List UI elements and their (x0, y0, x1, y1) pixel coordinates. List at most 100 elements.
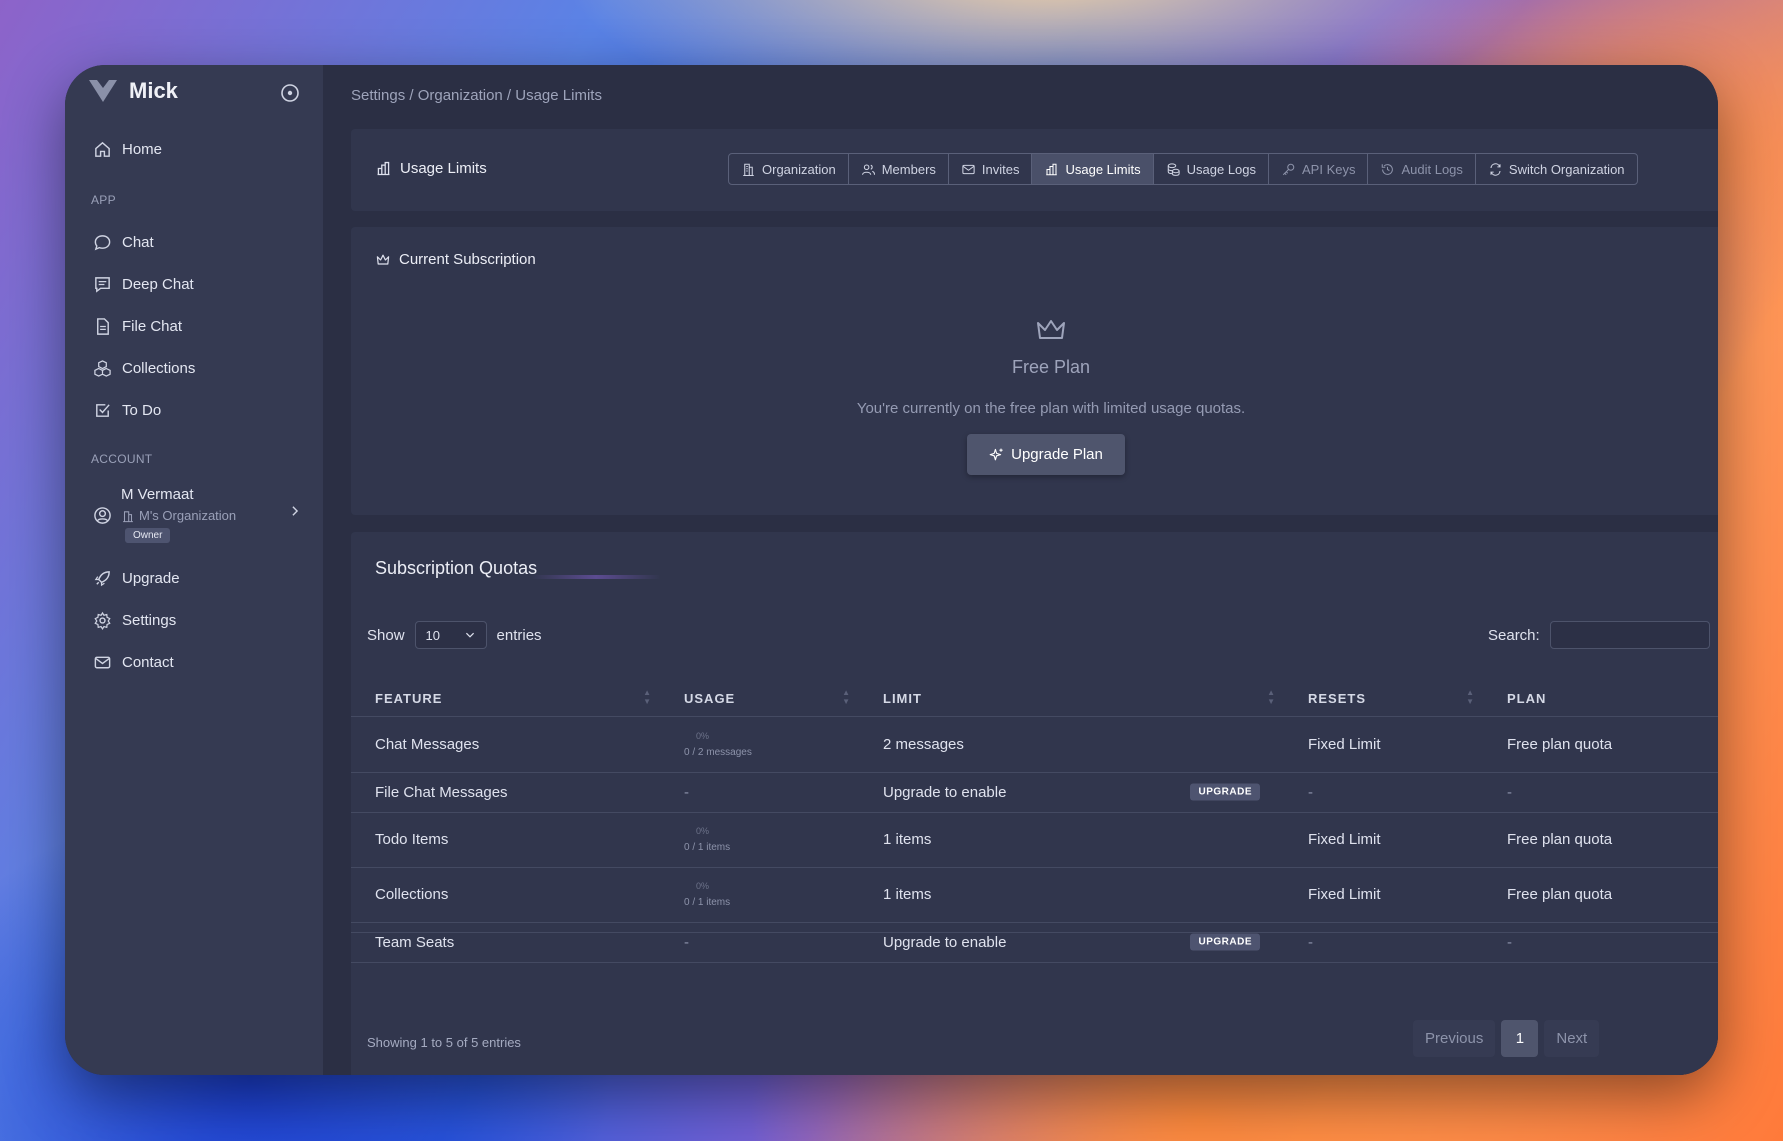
page-title-text: Usage Limits (400, 160, 487, 177)
brand[interactable]: Mick (87, 78, 178, 104)
upgrade-badge[interactable]: UPGRADE (1190, 783, 1260, 801)
app-window: Mick Home APP Chat Deep Chat File Chat C… (65, 65, 1718, 1075)
feature-cell: Chat Messages (351, 716, 660, 773)
tab-invites[interactable]: Invites (949, 154, 1033, 184)
tab-organization[interactable]: Organization (729, 154, 849, 184)
table-footer-divider (351, 932, 1718, 933)
table-row: File Chat Messages - Upgrade to enable UP… (351, 772, 1718, 813)
column-header-label: RESETS (1308, 691, 1367, 707)
table-row: Chat Messages 0% 0 / 2 messages 2 message… (351, 716, 1718, 773)
tab-api-keys[interactable]: API Keys (1269, 154, 1369, 184)
page-button-current[interactable]: 1 (1501, 1020, 1539, 1057)
sidebar-item-chat[interactable]: Chat (93, 233, 154, 252)
mail-icon (94, 656, 111, 669)
entries-select[interactable]: 10 (414, 621, 487, 649)
sidebar-item-home[interactable]: Home (93, 140, 162, 159)
plan-crown (351, 318, 1718, 347)
column-header-label: FEATURE (375, 691, 443, 707)
limit-cell: 1 items (859, 867, 1284, 923)
home-icon (95, 141, 110, 157)
limit-cell: Upgrade to enable UPGRADE (859, 922, 1284, 963)
plan-cell: Free plan quota (1483, 716, 1718, 773)
brand-name: Mick (129, 78, 178, 103)
main-content: Settings / Organization / Usage Limits U… (323, 65, 1718, 1075)
tab-audit-logs[interactable]: Audit Logs (1368, 154, 1476, 184)
role-badge: Owner (125, 528, 171, 543)
column-header-label: USAGE (684, 691, 736, 707)
boxes-icon (94, 360, 111, 377)
tab-label: Organization (762, 161, 836, 177)
usage-percent: 0% (696, 730, 710, 741)
message-square-icon (95, 277, 110, 293)
section-title: Current Subscription (375, 251, 536, 268)
resets-cell: Fixed Limit (1284, 867, 1483, 923)
key-icon (1282, 163, 1295, 175)
user-circle-icon (94, 507, 111, 524)
upgrade-badge[interactable]: UPGRADE (1190, 933, 1260, 951)
table-header-row: FEATURE ▲ ▼ USAGE ▲ ▼ LIMIT ▲ ▼ RESETS ▲ ▼ PLAN (351, 682, 1718, 717)
column-header-limit[interactable]: LIMIT ▲ ▼ (859, 682, 1284, 717)
column-header-plan[interactable]: PLAN (1483, 682, 1718, 717)
resets-cell: - (1284, 772, 1483, 813)
limit-text: Upgrade to enable (883, 783, 1007, 801)
tab-members[interactable]: Members (849, 154, 949, 184)
usage-text: 0 / 1 items (684, 897, 731, 908)
tab-usage-limits[interactable]: Usage Limits (1032, 154, 1154, 184)
table-row: Todo Items 0% 0 / 1 items 1 items Fixed L… (351, 812, 1718, 868)
resets-cell: - (1284, 922, 1483, 963)
plan-cell: - (1483, 922, 1718, 963)
account-org: M's Organization (121, 508, 236, 523)
file-text-icon (97, 318, 109, 335)
sidebar-item-deep-chat[interactable]: Deep Chat (93, 275, 194, 294)
logo-icon (89, 80, 117, 102)
plan-cell: - (1483, 772, 1718, 813)
feature-cell: Todo Items (351, 812, 660, 868)
plan-cell: Free plan quota (1483, 867, 1718, 923)
header-card: Usage Limits Organization Members Invite… (351, 129, 1718, 211)
users-icon (861, 163, 875, 175)
sort-icon: ▲ ▼ (643, 688, 652, 706)
sidebar-item-file-chat[interactable]: File Chat (93, 317, 182, 336)
upgrade-plan-label: Upgrade Plan (1011, 446, 1103, 463)
tab-switch-organization[interactable]: Switch Organization (1476, 154, 1637, 184)
tab-label: Members (881, 161, 936, 177)
bar-chart-icon (377, 161, 390, 176)
crown-icon (376, 254, 390, 265)
chevron-right-icon (292, 506, 299, 516)
column-header-feature[interactable]: FEATURE ▲ ▼ (351, 682, 660, 717)
column-header-resets[interactable]: RESETS ▲ ▼ (1284, 682, 1483, 717)
switch-icon (1490, 162, 1501, 176)
feature-cell: Team Seats (351, 922, 660, 963)
next-page-button[interactable]: Next (1544, 1020, 1600, 1057)
previous-page-button[interactable]: Previous (1413, 1020, 1496, 1057)
building-icon (743, 163, 754, 176)
sidebar-item-collections[interactable]: Collections (93, 359, 195, 378)
column-header-usage[interactable]: USAGE ▲ ▼ (660, 682, 859, 717)
sidebar-item-upgrade[interactable]: Upgrade (93, 569, 180, 588)
plan-name: Free Plan (1011, 357, 1091, 377)
crown-icon (1037, 320, 1065, 339)
coins-icon (1167, 162, 1180, 176)
sidebar-item-label: To Do (122, 402, 162, 419)
resets-cell: Fixed Limit (1284, 812, 1483, 868)
sidebar-toggle-icon[interactable] (280, 83, 300, 103)
plan-description: You're currently on the free plan with l… (856, 400, 1246, 417)
building-icon (123, 510, 133, 522)
mail-icon (962, 164, 975, 174)
tab-usage-logs[interactable]: Usage Logs (1154, 154, 1270, 184)
usage-text: 0 / 1 items (684, 842, 731, 853)
bar-chart-icon (1046, 163, 1058, 175)
quotas-table: FEATURE ▲ ▼ USAGE ▲ ▼ LIMIT ▲ ▼ RESETS ▲ ▼ PLAN … (351, 682, 1718, 963)
sidebar-item-contact[interactable]: Contact (93, 653, 174, 672)
sidebar-item-settings[interactable]: Settings (93, 611, 176, 630)
usage-cell: 0% 0 / 1 items (660, 812, 859, 868)
usage-cell: - (660, 922, 859, 963)
tab-label: Usage Logs (1186, 161, 1257, 177)
entries-select-value: 10 (425, 627, 440, 643)
limit-text: Upgrade to enable (883, 933, 1007, 951)
sidebar-item-todo[interactable]: To Do (93, 401, 161, 420)
search-input[interactable] (1549, 621, 1710, 649)
upgrade-plan-button[interactable]: Upgrade Plan (967, 434, 1125, 475)
table-info: Showing 1 to 5 of 5 entries (367, 1035, 521, 1050)
chevron-down-icon (465, 632, 474, 638)
